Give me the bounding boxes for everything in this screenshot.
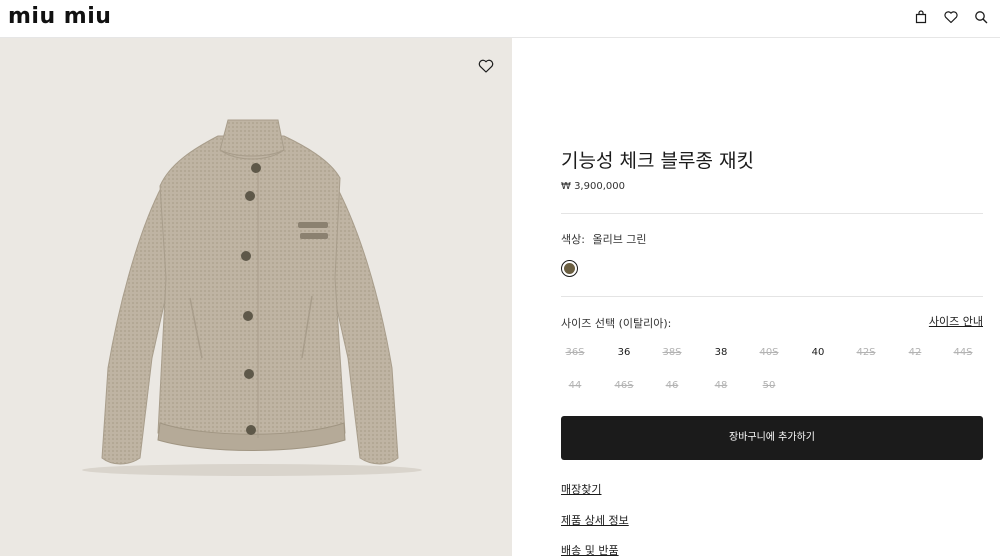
site-header: miu miu [0,0,1000,38]
size-option[interactable]: 50 [749,378,789,394]
product-image-panel [0,38,512,556]
size-option[interactable]: 40 [798,345,838,361]
size-option[interactable]: 42 [895,345,935,361]
heart-icon[interactable] [943,9,959,25]
color-name: 올리브 그린 [592,233,647,246]
size-option[interactable]: 44S [943,345,983,361]
size-option[interactable]: 46S [604,378,644,394]
color-label: 색상: 올리브 그린 [561,233,647,247]
color-swatch-fill [564,263,575,274]
add-to-cart-button[interactable]: 장바구니에 추가하기 [561,416,983,460]
size-option[interactable]: 42S [846,345,886,361]
size-option[interactable]: 36S [555,345,595,361]
size-option[interactable]: 48 [701,378,741,394]
product-price: ₩ 3,900,000 [561,181,625,192]
color-label-prefix: 색상: [561,233,585,246]
product-image[interactable] [0,38,512,556]
color-swatch-olive-green[interactable] [561,260,578,277]
size-select-label: 사이즈 선택 (이탈리아): [561,317,672,330]
size-option[interactable]: 36 [604,345,644,361]
size-option[interactable]: 46 [652,378,692,394]
size-guide-link[interactable]: 사이즈 안내 [929,315,983,329]
product-title: 기능성 체크 블루종 재킷 [561,150,754,172]
size-option[interactable]: 40S [749,345,789,361]
search-icon[interactable] [973,9,989,25]
store-locator-link[interactable]: 매장찾기 [561,483,601,497]
shopping-bag-icon[interactable] [913,9,929,25]
product-details-link[interactable]: 제품 상세 정보 [561,514,629,528]
size-option[interactable]: 38 [701,345,741,361]
divider [561,213,983,214]
product-info: 기능성 체크 블루종 재킷 ₩ 3,900,000 색상: 올리브 그린 사이즈… [561,38,983,557]
size-option[interactable]: 44 [555,378,595,394]
divider [561,296,983,297]
size-option[interactable]: 38S [652,345,692,361]
wishlist-heart-icon[interactable] [477,57,495,75]
brand-logo[interactable]: miu miu [8,5,111,29]
